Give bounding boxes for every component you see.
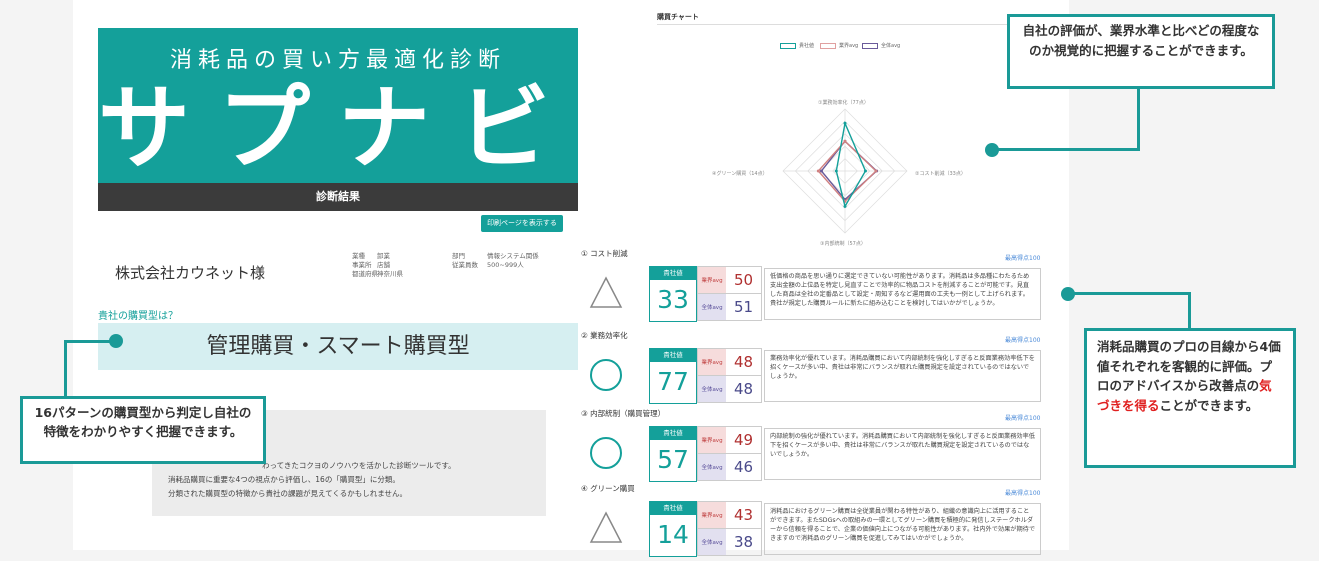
triangle-mark-icon	[589, 276, 623, 308]
hero-title: サプナビ	[98, 75, 579, 182]
axis-label-cost: ②コスト削減（33点）	[915, 171, 966, 177]
industry-avg: 48	[733, 353, 754, 371]
callout-type-line-v	[64, 340, 67, 398]
callout-pro-line-v	[1188, 292, 1191, 330]
our-score-box: 貴社値 14	[649, 501, 697, 557]
section-header: ① コスト削減	[581, 249, 628, 258]
our-score: 33	[657, 285, 689, 314]
circle-mark-icon	[590, 437, 622, 469]
chart-title: 購買チャート	[657, 13, 699, 21]
callout-chart-line-h	[992, 148, 1140, 151]
callout-pro-line-h	[1068, 292, 1190, 295]
axis-label-efficiency: ①業務効率化（77点）	[818, 100, 869, 106]
avg-scores: 業界avg 49 全体avg 46	[697, 426, 762, 482]
description-line-1: わってきたコクヨのノウハウを活かした診断ツールです。	[262, 461, 456, 470]
purchase-type-question: 貴社の購買型は？	[98, 311, 178, 322]
overall-avg: 38	[733, 533, 754, 551]
callout-chart: 自社の評価が、業界水準と比べどの程度なのか視覚的に把握することができます。	[1007, 14, 1275, 89]
our-score-box: 貴社値 33	[649, 266, 697, 322]
our-score-box: 貴社値 57	[649, 426, 697, 482]
callout-chart-dot	[985, 143, 999, 157]
evaluation-card: 貴社値 57 業界avg 49 全体avg 46 内部統制の強化が優れています。消耗…	[581, 421, 1045, 486]
overall-avg: 51	[733, 298, 754, 316]
circle-mark-icon	[590, 359, 622, 391]
company-meta-values: 卸業 店舗 神奈川県	[377, 252, 403, 278]
section-header: ③ 内部統制（購買管理）	[581, 409, 666, 418]
company-meta-labels-2: 部門 従業員数	[452, 252, 478, 269]
description-line-3: 分類された購買型の特徴から貴社の課題が見えてくるかもしれません。	[168, 489, 408, 498]
company-meta-labels: 業種 事業所 都道府県	[352, 252, 378, 278]
purchase-type-result: 管理購買・スマート購買型	[98, 323, 578, 370]
avg-scores: 業界avg 50 全体avg 51	[697, 266, 762, 322]
description-line-2: 消耗品購買に重要な4つの視点から評価し、16の「購買型」に分類。	[168, 475, 400, 484]
our-score: 57	[657, 445, 689, 474]
comment-box: 業務効率化が優れています。消耗品購買において内部統制を強化しすぎると反面業務効率…	[764, 350, 1041, 402]
our-score: 14	[657, 520, 689, 549]
callout-pro: 消耗品購買のプロの目線から4価値それぞれを客観的に評価。プロのアドバイスから改善…	[1084, 328, 1296, 468]
industry-avg: 43	[733, 506, 754, 524]
legend-industry: 業界avg	[820, 42, 858, 49]
callout-pro-dot	[1061, 287, 1075, 301]
industry-avg: 50	[733, 271, 754, 289]
section-header: ② 業務効率化	[581, 331, 628, 340]
overall-avg: 48	[733, 380, 754, 398]
section-header: ④ グリーン購買	[581, 484, 635, 493]
company-name: 株式会社カウネット様	[115, 264, 266, 282]
legend-overall: 全体avg	[862, 42, 900, 49]
callout-type-dot	[109, 334, 123, 348]
legend-our: 貴社値	[780, 42, 814, 49]
evaluation-card: 貴社値 33 業界avg 50 全体avg 51 低価格の商品を思い通りに選定できて…	[581, 261, 1045, 326]
result-bar: 診断結果	[98, 183, 578, 211]
axis-label-green: ④グリーン購買（14点）	[712, 171, 768, 177]
comment-box: 内部統制の強化が優れています。消耗品購買において内部統制を強化しすぎると反面業務…	[764, 428, 1041, 480]
comment-box: 消耗品におけるグリーン購買は全従業員が関わる特性があり、組織の意識向上に活用する…	[764, 503, 1041, 555]
avg-scores: 業界avg 48 全体avg 48	[697, 348, 762, 404]
avg-scores: 業界avg 43 全体avg 38	[697, 501, 762, 557]
axis-label-control: ③内部統制（57点）	[820, 241, 866, 247]
triangle-mark-icon	[589, 511, 623, 543]
company-meta-values-2: 情報システム関係 500~999人	[487, 252, 539, 269]
evaluation-card: 貴社値 77 業界avg 48 全体avg 48 業務効率化が優れています。消耗品購…	[581, 343, 1045, 408]
our-score: 77	[657, 367, 689, 396]
our-score-box: 貴社値 77	[649, 348, 697, 404]
callout-type: 16パターンの購買型から判定し自社の特徴をわかりやすく把握できます。	[20, 396, 266, 464]
industry-avg: 49	[733, 431, 754, 449]
print-page-button[interactable]: 印刷ページを表示する	[481, 215, 563, 232]
hero-banner: 消耗品の買い方最適化診断 サプナビ	[98, 28, 578, 183]
hero-subtitle: 消耗品の買い方最適化診断	[169, 48, 506, 73]
comment-box: 低価格の商品を思い通りに選定できていない可能性があります。消耗品は多品種にわたる…	[764, 268, 1041, 320]
evaluation-card: 貴社値 14 業界avg 43 全体avg 38 消耗品におけるグリーン購買は全従業…	[581, 496, 1045, 561]
overall-avg: 46	[733, 458, 754, 476]
callout-chart-line-v	[1137, 89, 1140, 151]
